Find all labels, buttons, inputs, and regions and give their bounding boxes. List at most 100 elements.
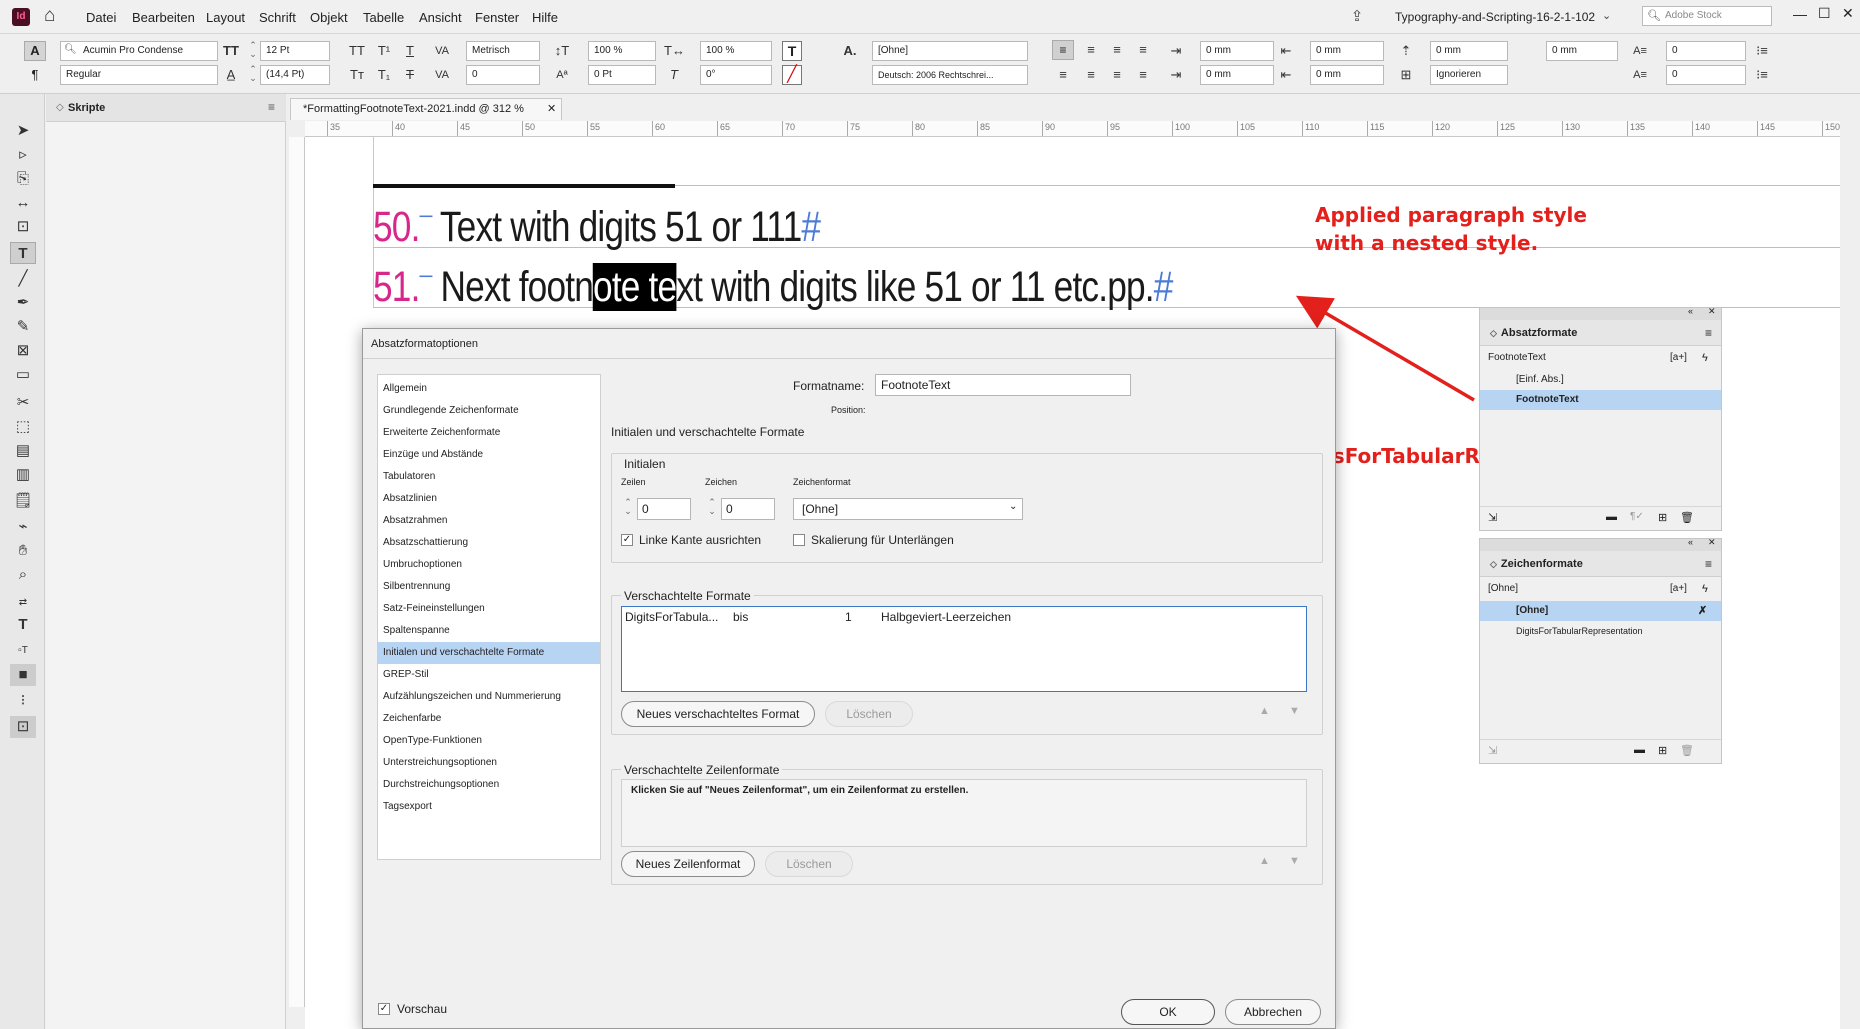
move-down-icon[interactable]: ▼ <box>1289 705 1300 717</box>
menu-hilfe[interactable]: Hilfe <box>532 10 558 25</box>
menu-schrift[interactable]: Schrift <box>259 10 296 25</box>
nested-styles-list[interactable]: DigitsForTabula... bis 1 Halbgeviert-Lee… <box>621 606 1307 692</box>
last-line-indent-field[interactable]: 0 mm <box>1310 65 1384 85</box>
preview-checkbox[interactable]: ✓ <box>378 1003 390 1015</box>
screen-mode-icon[interactable]: ⁝ <box>10 690 36 712</box>
collapse-panel-icon[interactable]: « <box>1688 306 1693 316</box>
load-styles-icon[interactable]: ⇲ <box>1488 744 1497 757</box>
selection-tool-icon[interactable]: ➤ <box>10 120 36 142</box>
left-indent-field[interactable]: 0 mm <box>1200 41 1274 61</box>
direct-selection-tool-icon[interactable]: ▹ <box>10 144 36 166</box>
line-tool-icon[interactable]: ╱ <box>10 268 36 290</box>
close-window-icon[interactable]: ✕ <box>1842 5 1854 22</box>
formatting-affects-text-icon[interactable]: ▫T <box>10 640 36 662</box>
panel-menu-icon[interactable]: ≡ <box>1705 551 1712 577</box>
font-family-field[interactable]: Acumin Pro Condense <box>60 41 218 61</box>
dialog-nav-item[interactable]: Durchstreichungsoptionen <box>378 774 600 796</box>
type-tool-icon[interactable]: T <box>10 242 36 264</box>
new-style-from-selection-icon[interactable]: [a+] <box>1670 577 1687 601</box>
clear-overrides-icon[interactable]: ϟ <box>1702 577 1708 601</box>
dialog-nav-item[interactable]: Aufzählungszeichen und Nummerierung <box>378 686 600 708</box>
close-tab-icon[interactable]: ✕ <box>547 99 556 119</box>
dialog-nav-item[interactable]: Initialen und verschachtelte Formate <box>378 642 600 664</box>
minimize-icon[interactable]: — <box>1793 6 1807 22</box>
dialog-nav-item[interactable]: Unterstreichungsoptionen <box>378 752 600 774</box>
preview-mode-icon[interactable]: ⊡ <box>10 716 36 738</box>
menu-datei[interactable]: Datei <box>86 10 116 25</box>
cancel-button[interactable]: Abbrechen <box>1225 999 1321 1025</box>
menu-tabelle[interactable]: Tabelle <box>363 10 404 25</box>
kerning-field[interactable]: Metrisch <box>466 41 540 61</box>
dialog-nav-item[interactable]: Einzüge und Abstände <box>378 444 600 466</box>
new-group-icon[interactable]: ▬ <box>1634 744 1645 756</box>
collapse-icon[interactable]: ◇ <box>56 102 64 113</box>
new-nested-style-button[interactable]: Neues verschachteltes Format <box>621 701 815 727</box>
dialog-nav-item[interactable]: Erweiterte Zeichenformate <box>378 422 600 444</box>
space-before-field[interactable]: 0 mm <box>1430 41 1508 61</box>
dialog-nav-item[interactable]: Absatzlinien <box>378 488 600 510</box>
gradient-tool-icon[interactable]: ▤ <box>10 440 36 462</box>
numbering-icon[interactable]: ⁝≡ <box>1752 65 1772 85</box>
move-up-icon[interactable]: ▲ <box>1259 705 1270 717</box>
new-group-icon[interactable]: ▬ <box>1606 511 1617 523</box>
format-name-field[interactable]: FootnoteText <box>875 374 1131 396</box>
eyedropper-tool-icon[interactable]: ⌁ <box>10 516 36 538</box>
menu-bearbeiten[interactable]: Bearbeiten <box>132 10 195 25</box>
home-icon[interactable]: ⌂ <box>44 6 66 26</box>
new-style-icon[interactable]: ⊞ <box>1658 744 1667 757</box>
dialog-nav-item[interactable]: Grundlegende Zeichenformate <box>378 400 600 422</box>
share-icon[interactable]: ⇪ <box>1348 7 1366 25</box>
drop-cap-chars-field[interactable]: 0 <box>1666 65 1746 85</box>
close-panel-icon[interactable]: ✕ <box>1708 537 1716 548</box>
new-style-from-selection-icon[interactable]: [a+] <box>1670 346 1687 370</box>
dialog-nav-item[interactable]: Silbentrennung <box>378 576 600 598</box>
swap-colors-icon[interactable]: ⇄ <box>10 592 36 614</box>
nested-line-styles-list[interactable]: Klicken Sie auf "Neues Zeilenformat", um… <box>621 779 1307 847</box>
dialog-nav-item[interactable]: GREP-Stil <box>378 664 600 686</box>
subscript-icon[interactable]: T₁ <box>374 65 394 85</box>
scissors-tool-icon[interactable]: ✂ <box>10 392 36 414</box>
gap-tool-icon[interactable]: ↔ <box>10 192 36 214</box>
zeichen-field[interactable]: 0 <box>721 498 775 520</box>
move-up-icon[interactable]: ▲ <box>1259 855 1270 867</box>
style-item-einf-abs[interactable]: [Einf. Abs.] <box>1480 370 1721 390</box>
first-line-indent-field[interactable]: 0 mm <box>1200 65 1274 85</box>
move-down-icon[interactable]: ▼ <box>1289 855 1300 867</box>
linke-kante-checkbox[interactable]: ✓ <box>621 534 633 546</box>
superscript-icon[interactable]: T¹ <box>374 41 394 61</box>
character-style-field[interactable]: [Ohne] <box>872 41 1028 61</box>
style-item-ohne[interactable]: [Ohne] ✗ <box>1480 601 1721 621</box>
align-right-icon[interactable]: ≡ <box>1106 40 1128 60</box>
style-item-footnotetext[interactable]: FootnoteText <box>1480 390 1721 410</box>
font-size-field[interactable]: 12 Pt <box>260 41 330 61</box>
clear-overrides-icon[interactable]: ϟ <box>1702 346 1708 370</box>
clear-paragraph-overrides-icon[interactable]: ¶✓ <box>1630 511 1644 522</box>
zeichen-stepper[interactable]: ⌃ ⌄ <box>707 498 717 520</box>
nested-style-row[interactable]: DigitsForTabula... bis 1 Halbgeviert-Lee… <box>622 607 1306 627</box>
dialog-nav-item[interactable]: Absatzschattierung <box>378 532 600 554</box>
gradient-feather-tool-icon[interactable]: ▥ <box>10 464 36 486</box>
leading-stepper[interactable]: ⌃ ⌄ <box>248 65 258 85</box>
dialog-nav-item[interactable]: OpenType-Funktionen <box>378 730 600 752</box>
maximize-icon[interactable]: ☐ <box>1818 5 1831 22</box>
chevron-down-icon[interactable]: ⌄ <box>1009 501 1017 512</box>
normal-view-icon[interactable]: ■ <box>10 664 36 686</box>
footnote-line-51[interactable]: 51.─ Next footnote text with digits like… <box>373 263 1173 312</box>
load-styles-icon[interactable]: ⇲ <box>1488 511 1497 524</box>
page-tool-icon[interactable]: ⎘ <box>10 168 36 190</box>
stroke-none-icon[interactable]: ╱ <box>782 65 802 85</box>
dialog-nav-item[interactable]: Satz-Feineinstellungen <box>378 598 600 620</box>
align-left-icon[interactable]: ≡ <box>1052 40 1074 60</box>
dialog-nav-item[interactable]: Allgemein <box>378 378 600 400</box>
dialog-nav-item[interactable]: Spaltenspanne <box>378 620 600 642</box>
close-panel-icon[interactable]: ✕ <box>1708 306 1716 317</box>
align-center-icon[interactable]: ≡ <box>1080 40 1102 60</box>
rectangle-tool-icon[interactable]: ▭ <box>10 364 36 386</box>
drop-cap-lines-field[interactable]: 0 <box>1666 41 1746 61</box>
new-style-icon[interactable]: ⊞ <box>1658 511 1667 524</box>
menu-layout[interactable]: Layout <box>206 10 245 25</box>
pencil-tool-icon[interactable]: ✎ <box>10 316 36 338</box>
dialog-nav-item[interactable]: Tagsexport <box>378 796 600 818</box>
rectangle-frame-tool-icon[interactable]: ⊠ <box>10 340 36 362</box>
panel-menu-icon[interactable]: ≡ <box>268 100 275 114</box>
